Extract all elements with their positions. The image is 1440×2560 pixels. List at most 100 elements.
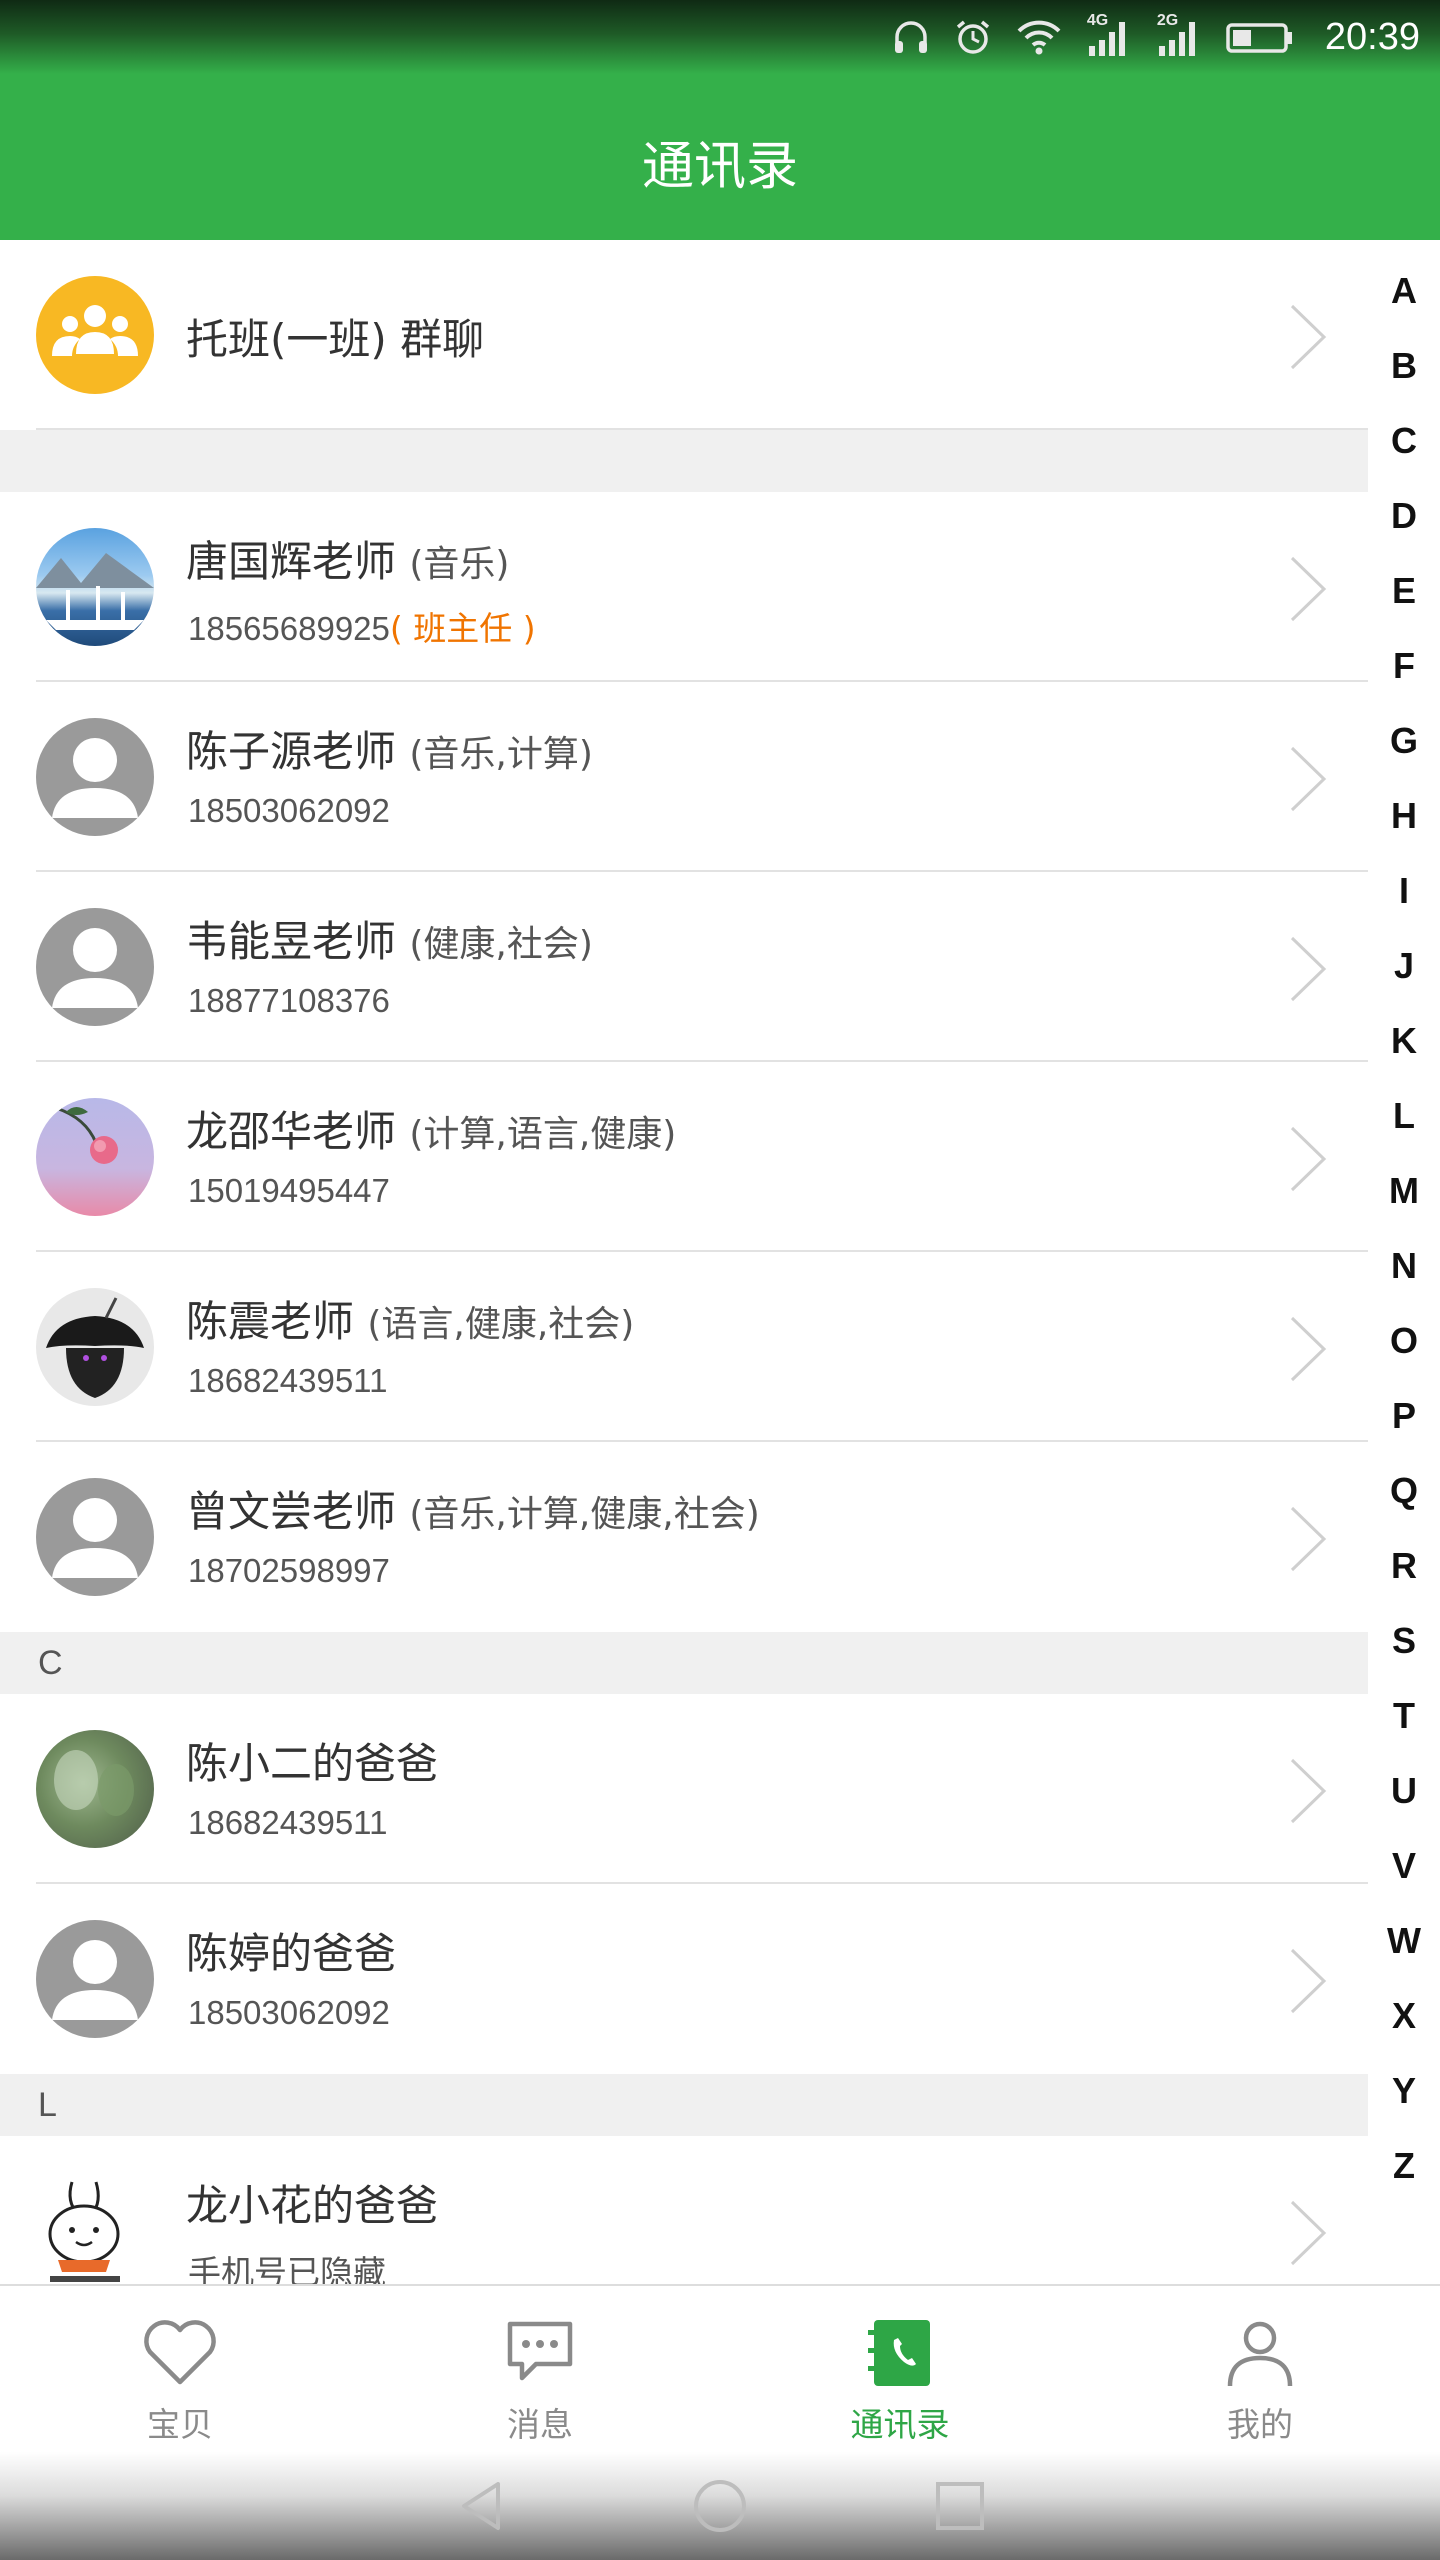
contact-row[interactable]: 韦能昱老师 (健康,社会) 18877108376	[0, 872, 1368, 1062]
contact-subjects: (计算,语言,健康)	[409, 1114, 677, 1155]
chat-bubble-icon	[507, 2321, 573, 2381]
tab-label: 消息	[507, 2405, 573, 2444]
contact-name: 龙邵华老师	[186, 1107, 397, 1156]
index-letter-f[interactable]: F	[1368, 645, 1440, 687]
contact-row[interactable]: 陈小二的爸爸 18682439511	[0, 1694, 1368, 1884]
index-letter-b[interactable]: B	[1368, 345, 1440, 387]
index-letter-q[interactable]: Q	[1368, 1470, 1440, 1512]
group-icon	[36, 276, 154, 394]
chevron-right-icon	[1290, 2200, 1327, 2266]
contact-name: 陈婷的爸爸	[186, 1929, 397, 1978]
contact-subjects: (音乐)	[409, 544, 510, 585]
contact-subjects: (音乐,计算,健康,社会)	[409, 1494, 760, 1535]
section-letter: C	[38, 1644, 63, 1682]
contact-row[interactable]: 唐国辉老师 (音乐) 18565689925( 班主任 )	[0, 492, 1368, 682]
avatar-photo	[36, 1098, 154, 1216]
system-nav-bar	[0, 2452, 1440, 2560]
contact-row[interactable]: 曾文尝老师 (音乐,计算,健康,社会) 18702598997	[0, 1442, 1368, 1632]
tab-me[interactable]: 我的	[1080, 2286, 1440, 2454]
index-letter-p[interactable]: P	[1368, 1395, 1440, 1437]
avatar-photo	[36, 528, 154, 646]
index-letter-u[interactable]: U	[1368, 1770, 1440, 1812]
index-letter-j[interactable]: J	[1368, 945, 1440, 987]
page-title: 通讯录	[641, 137, 798, 197]
chevron-right-icon	[1290, 1126, 1327, 1192]
contact-phone: 18877108376	[188, 982, 390, 1019]
index-letter-l[interactable]: L	[1368, 1095, 1440, 1137]
contact-list[interactable]: 托班(一班) 群聊 唐国辉老师 (音乐) 18565689925( 班主任 )	[0, 240, 1368, 2284]
contact-phone: 18682439511	[188, 1804, 388, 1841]
contact-subjects: (音乐,计算)	[409, 734, 593, 775]
tab-contacts[interactable]: 通讯录	[720, 2286, 1080, 2454]
group-chat-row[interactable]: 托班(一班) 群聊	[0, 240, 1368, 430]
default-person-icon	[36, 718, 154, 836]
avatar-photo	[36, 1288, 154, 1406]
contact-row[interactable]: 龙小花的爸爸 手机号已隐藏	[0, 2136, 1368, 2284]
index-letter-d[interactable]: D	[1368, 495, 1440, 537]
index-letter-a[interactable]: A	[1368, 270, 1440, 312]
index-letter-r[interactable]: R	[1368, 1545, 1440, 1587]
tab-label: 我的	[1227, 2405, 1293, 2444]
back-icon[interactable]	[454, 2478, 510, 2534]
tab-baby[interactable]: 宝贝	[0, 2286, 360, 2454]
contact-phone: 15019495447	[188, 1172, 390, 1209]
recents-icon[interactable]	[934, 2480, 986, 2532]
default-person-icon	[36, 1920, 154, 2038]
contacts-book-icon	[868, 2320, 930, 2386]
chevron-right-icon	[1290, 1506, 1327, 1572]
avatar-photo	[36, 1730, 154, 1848]
default-person-icon	[36, 1478, 154, 1596]
person-icon	[1227, 2321, 1293, 2387]
chevron-right-icon	[1290, 556, 1327, 622]
index-letter-g[interactable]: G	[1368, 720, 1440, 762]
section-header-l: L	[0, 2074, 1368, 2136]
tab-label: 通讯录	[850, 2405, 950, 2444]
contact-row[interactable]: 陈婷的爸爸 18503062092	[0, 1884, 1368, 2074]
index-letter-z[interactable]: Z	[1368, 2145, 1440, 2187]
index-letter-i[interactable]: I	[1368, 870, 1440, 912]
contact-phone: 手机号已隐藏	[188, 2253, 386, 2284]
index-letter-o[interactable]: O	[1368, 1320, 1440, 1362]
rabbit-sticker-icon	[36, 2172, 154, 2284]
contact-phone: 18565689925	[188, 610, 390, 647]
index-letter-e[interactable]: E	[1368, 570, 1440, 612]
contact-name: 曾文尝老师	[186, 1487, 397, 1536]
role-badge: ( 班主任 )	[389, 609, 536, 648]
contact-name: 龙小花的爸爸	[186, 2181, 439, 2230]
status-bar: 4G 2G 20:39	[0, 0, 1440, 74]
contact-name: 唐国辉老师	[186, 537, 397, 586]
section-header-blank	[0, 430, 1368, 492]
index-letter-n[interactable]: N	[1368, 1245, 1440, 1287]
index-letter-c[interactable]: C	[1368, 420, 1440, 462]
tab-messages[interactable]: 消息	[360, 2286, 720, 2454]
signal-2g-icon: 2G	[1155, 12, 1203, 60]
index-letter-s[interactable]: S	[1368, 1620, 1440, 1662]
contact-row[interactable]: 陈子源老师 (音乐,计算) 18503062092	[0, 682, 1368, 872]
contact-phone: 18503062092	[188, 792, 390, 829]
heart-icon	[144, 2320, 216, 2385]
index-letter-y[interactable]: Y	[1368, 2070, 1440, 2112]
headphones-icon	[894, 21, 927, 53]
contact-row[interactable]: 陈震老师 (语言,健康,社会) 18682439511	[0, 1252, 1368, 1442]
chevron-right-icon	[1290, 746, 1327, 812]
signal-4g-icon: 4G	[1085, 12, 1133, 60]
chevron-right-icon	[1290, 1758, 1327, 1824]
alarm-icon	[956, 20, 990, 54]
index-letter-t[interactable]: T	[1368, 1695, 1440, 1737]
home-icon[interactable]	[692, 2478, 748, 2534]
bottom-nav: 宝贝 消息 通讯录 我的	[0, 2284, 1440, 2452]
contact-name: 韦能昱老师	[186, 917, 397, 966]
index-letter-v[interactable]: V	[1368, 1845, 1440, 1887]
chevron-right-icon	[1290, 1948, 1327, 2014]
section-header-c: C	[0, 1632, 1368, 1694]
index-letter-m[interactable]: M	[1368, 1170, 1440, 1212]
index-letter-x[interactable]: X	[1368, 1995, 1440, 2037]
contact-row[interactable]: 龙邵华老师 (计算,语言,健康) 15019495447	[0, 1062, 1368, 1252]
chevron-right-icon	[1290, 304, 1327, 370]
index-letter-w[interactable]: W	[1368, 1920, 1440, 1962]
index-letter-k[interactable]: K	[1368, 1020, 1440, 1062]
contact-phone: 18702598997	[188, 1552, 390, 1589]
index-letter-h[interactable]: H	[1368, 795, 1440, 837]
tab-label: 宝贝	[147, 2405, 213, 2444]
chevron-right-icon	[1290, 936, 1327, 1002]
